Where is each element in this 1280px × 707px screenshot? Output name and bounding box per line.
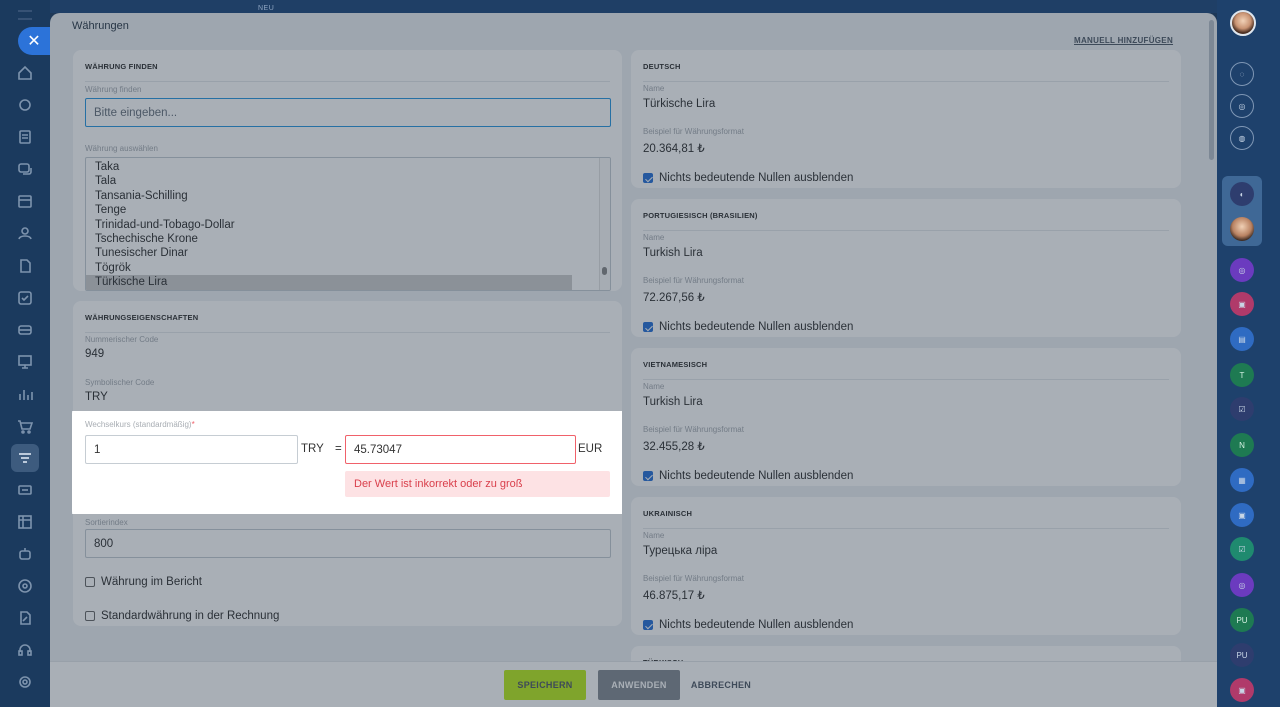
search-chat-icon[interactable]: ◍ bbox=[1230, 126, 1254, 150]
crm-icon[interactable] bbox=[15, 320, 35, 340]
notifications-icon[interactable]: ◌ bbox=[1230, 62, 1254, 86]
contacts-icon[interactable] bbox=[15, 223, 35, 243]
chat-avatar-pu-2[interactable]: PU bbox=[1230, 643, 1254, 667]
menu-icon[interactable] bbox=[18, 10, 32, 20]
chat-avatar-1[interactable]: ◐ bbox=[1230, 182, 1254, 206]
lock-chat-icon-3[interactable]: ▣ bbox=[1230, 678, 1254, 702]
scheduler-icon[interactable] bbox=[15, 512, 35, 532]
cart-icon[interactable] bbox=[15, 416, 35, 436]
left-sidebar bbox=[0, 0, 50, 707]
board-icon[interactable] bbox=[15, 352, 35, 372]
puzzle-icon[interactable] bbox=[15, 95, 35, 115]
close-slider-button[interactable]: ✕ bbox=[18, 27, 50, 55]
calendar-icon[interactable] bbox=[15, 191, 35, 211]
chat-avatar-2[interactable] bbox=[1230, 217, 1254, 241]
file-icon[interactable] bbox=[15, 256, 35, 276]
home-icon[interactable] bbox=[15, 63, 35, 83]
lock-chat-icon[interactable]: ▣ bbox=[1230, 292, 1254, 316]
target-icon[interactable] bbox=[15, 576, 35, 596]
source-currency-code: TRY bbox=[301, 443, 324, 455]
rate-value-input[interactable]: 45.73047 bbox=[345, 435, 576, 464]
settings-icon[interactable] bbox=[15, 672, 35, 692]
new-badge: NEU bbox=[258, 5, 275, 12]
dim-overlay bbox=[50, 514, 1217, 707]
lock-chat-icon-2[interactable]: ▣ bbox=[1230, 503, 1254, 527]
chat-avatar-t[interactable]: T bbox=[1230, 363, 1254, 387]
equals-sign: = bbox=[335, 443, 342, 455]
card-icon[interactable] bbox=[15, 480, 35, 500]
chat-avatar-5[interactable]: ◎ bbox=[1230, 573, 1254, 597]
chat-icon[interactable] bbox=[15, 159, 35, 179]
tasks-chat-icon[interactable]: ☑ bbox=[1230, 397, 1254, 421]
tasks-chat-icon-2[interactable]: ☑ bbox=[1230, 537, 1254, 561]
rate-error-message: Der Wert ist inkorrekt oder zu groß bbox=[345, 471, 610, 497]
analytics-icon[interactable] bbox=[15, 384, 35, 404]
chat-avatar-pu[interactable]: PU bbox=[1230, 608, 1254, 632]
tasks-icon[interactable] bbox=[15, 288, 35, 308]
target-currency-code: EUR bbox=[578, 443, 603, 455]
robot-icon[interactable] bbox=[15, 544, 35, 564]
chat-avatar-3[interactable]: ◎ bbox=[1230, 258, 1254, 282]
chat-avatar-n[interactable]: N bbox=[1230, 433, 1254, 457]
dim-overlay bbox=[622, 411, 1217, 514]
dim-overlay bbox=[50, 13, 1217, 411]
exchange-rate-label: Wechselkurs (standardmäßig)* bbox=[85, 420, 195, 429]
exchange-rate-section: Wechselkurs (standardmäßig)* 1 TRY = 45.… bbox=[72, 411, 622, 514]
dim-overlay bbox=[50, 411, 72, 514]
group-chat-icon[interactable]: ▦ bbox=[1230, 468, 1254, 492]
chat-avatar-4[interactable]: ▤ bbox=[1230, 327, 1254, 351]
document-icon[interactable] bbox=[15, 127, 35, 147]
user-avatar[interactable] bbox=[1230, 10, 1256, 36]
rate-amount-input[interactable]: 1 bbox=[85, 435, 298, 464]
filter-icon[interactable] bbox=[11, 444, 39, 472]
headset-icon[interactable] bbox=[15, 640, 35, 660]
copilot-icon[interactable]: ◎ bbox=[1230, 94, 1254, 118]
edit-doc-icon[interactable] bbox=[15, 608, 35, 628]
